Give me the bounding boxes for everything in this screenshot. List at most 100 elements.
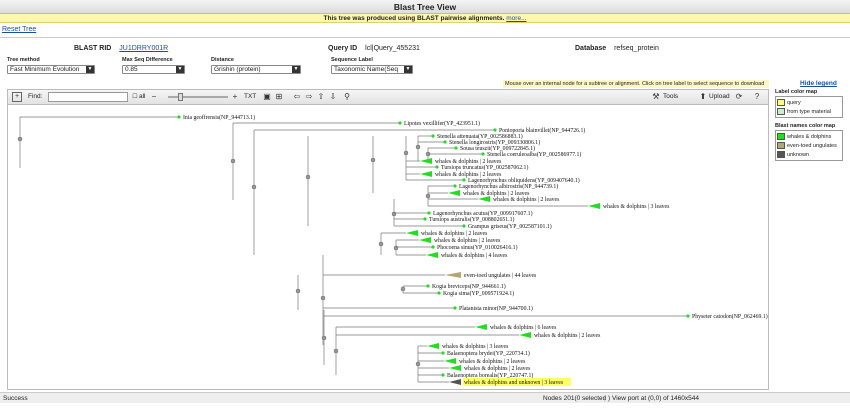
max-seq-diff-value: 0.85 [125, 66, 138, 73]
tree-toolbar: + Find: ☐ all − + TXT ▣ ⊞ ⇦ ⇨ ⇧ ⇩ ⚲ ⚒ To… [8, 90, 768, 105]
layout-icon[interactable]: ⊞ [274, 92, 284, 102]
tree-leaf-label: whales & dolphins | 6 leaves [490, 325, 557, 331]
collapsed-subtree-triangle [406, 230, 418, 236]
tree-leaf-label: whales & dolphins | 2 leaves [493, 197, 560, 203]
all-label: all [139, 93, 146, 100]
collapsed-subtree-triangle [420, 158, 432, 164]
zoom-slider-handle[interactable] [178, 93, 183, 101]
blast-legend-label: unknown [787, 151, 810, 158]
tree-leaf-label: whales & dolphins | 3 leaves [603, 204, 670, 210]
tree-canvas[interactable]: Inia geoffrensis(NP_944713.1) Lipotes vex… [8, 105, 768, 389]
reset-tree-link[interactable]: Reset Tree [2, 26, 36, 33]
status-bar: Success Nodes 201(0 selected ) | View po… [0, 392, 850, 403]
collapsed-subtree-triangle [426, 252, 438, 258]
find-input[interactable] [48, 92, 128, 102]
internal-node [230, 158, 236, 164]
leaf-node [453, 184, 457, 188]
tree-leaf-label: Sousa teuszii(YP_009722845.1) [460, 145, 535, 152]
blast-legend-swatch [777, 151, 785, 158]
label-legend-item: query [777, 98, 841, 107]
label-color-title: Label color map [775, 89, 818, 95]
blast-names-color-map: whales & dolphins even-toed ungulates unkn… [775, 130, 843, 161]
tree-leaf-label: whales & dolphins | 2 leaves [459, 359, 526, 365]
leaf-node [177, 115, 181, 119]
arrow-up-icon[interactable]: ⇧ [316, 92, 326, 102]
leaf-node [437, 291, 441, 295]
blast-color-title: Blast names color map [775, 123, 836, 129]
status-divider-icon: | [604, 395, 606, 402]
leaf-node [427, 211, 431, 215]
tree-leaf-label: whales & dolphins | 2 leaves [534, 333, 601, 339]
refresh-icon[interactable]: ⟳ [734, 92, 744, 102]
leaf-node [462, 224, 466, 228]
window-title: Blast Tree View [0, 0, 850, 14]
internal-node [415, 144, 421, 150]
internal-node [391, 211, 397, 217]
distance-select[interactable]: Grishin (protein) ▼ [211, 65, 301, 74]
tree-leaf-label: Pontoporia blainvillei(NP_944726.1) [499, 127, 585, 134]
collapsed-subtree-triangle [475, 324, 487, 330]
help-icon[interactable]: ? [752, 92, 762, 102]
tree-leaf-label: Phocoena sinus(YP_010026416.1) [437, 244, 518, 251]
tree-method-value: Fast Minimum Evolution [10, 66, 80, 73]
internal-node [295, 288, 301, 294]
collapsed-subtree-triangle [448, 190, 460, 196]
tree-leaf-label: Balaenoptera brydei(YP_220734.1) [447, 350, 530, 357]
rid-link[interactable]: JU1DRRY001R [119, 45, 168, 52]
nodes-count: Nodes 201(0 selected ) [543, 395, 611, 402]
zoom-in-icon[interactable]: + [230, 92, 240, 102]
chevron-down-icon: ▼ [292, 66, 300, 73]
sequence-label-select[interactable]: Taxonomic Name(Seq ▼ [331, 65, 413, 74]
internal-node [415, 361, 421, 367]
distance-label: Distance [211, 57, 234, 63]
sequence-label-value: Taxonomic Name(Seq [334, 66, 398, 73]
tree-leaf-label: Stenella attenuata(YP_002586883.1) [437, 133, 523, 140]
internal-node [320, 295, 326, 301]
phylogenetic-tree: Inia geoffrensis(NP_944713.1) Lipotes vex… [17, 114, 768, 386]
find-label: Find: [28, 93, 43, 100]
label-legend-swatch [777, 108, 785, 115]
tools-menu[interactable]: Tools [663, 92, 678, 102]
internal-node [333, 348, 339, 354]
tree-leaf-label: Platanista minor(NP_944700.1) [459, 305, 533, 312]
tree-method-control: Tree method Fast Minimum Evolution ▼ [7, 57, 95, 74]
zoom-slider[interactable] [168, 93, 228, 101]
leaf-node [423, 217, 427, 221]
tree-leaf-label: whales & dolphins and unknown | 3 leaves [464, 380, 564, 386]
internal-node [425, 193, 431, 199]
leaf-node [453, 306, 457, 310]
tree-leaf-label: Stenella longirostris(YP_009330806.1) [449, 139, 540, 146]
leaf-node [441, 351, 445, 355]
leaf-node [431, 134, 435, 138]
reroot-icon[interactable]: ⚲ [342, 92, 352, 102]
hide-legend-link[interactable]: Hide legend [800, 80, 837, 87]
internal-node [370, 157, 376, 163]
blast-legend-item: unknown [777, 150, 841, 159]
arrow-down-icon[interactable]: ⇩ [328, 92, 338, 102]
zoom-out-icon[interactable]: − [149, 92, 159, 102]
arrow-right-icon[interactable]: ⇨ [304, 92, 314, 102]
collapsed-subtree-triangle [427, 343, 439, 349]
tree-panel: + Find: ☐ all − + TXT ▣ ⊞ ⇦ ⇨ ⇧ ⇩ ⚲ ⚒ To… [7, 89, 769, 390]
txt-button[interactable]: TXT [244, 92, 256, 102]
more-link[interactable]: more... [506, 15, 526, 22]
blast-legend-item: even-toed ungulates [777, 141, 841, 150]
fit-icon[interactable]: ▣ [262, 92, 272, 102]
leaf-node [443, 140, 447, 144]
expand-icon[interactable]: + [12, 92, 22, 102]
database-info: Database refseq_protein [575, 44, 659, 54]
label-legend-swatch [777, 99, 785, 106]
label-legend-label: from type material [787, 108, 832, 115]
upload-button[interactable]: Upload [709, 92, 730, 102]
tree-leaf-label: Inia geoffrensis(NP_944713.1) [183, 114, 255, 121]
tree-leaf-label: Balaenoptera borealis(YP_220747.1) [447, 372, 533, 379]
arrow-left-icon[interactable]: ⇦ [292, 92, 302, 102]
leaf-node [398, 121, 402, 125]
max-seq-diff-select[interactable]: 0.85 ▼ [122, 65, 185, 74]
blast-legend-label: even-toed ungulates [787, 142, 837, 149]
tree-method-select[interactable]: Fast Minimum Evolution ▼ [7, 65, 95, 74]
tree-leaf-label: Lagenorhynchus obliquidens(YP_009407640.… [468, 177, 580, 184]
query-value: lcl|Query_455231 [365, 45, 420, 52]
internal-node [393, 245, 399, 251]
collapsed-subtree-triangle [419, 237, 431, 243]
